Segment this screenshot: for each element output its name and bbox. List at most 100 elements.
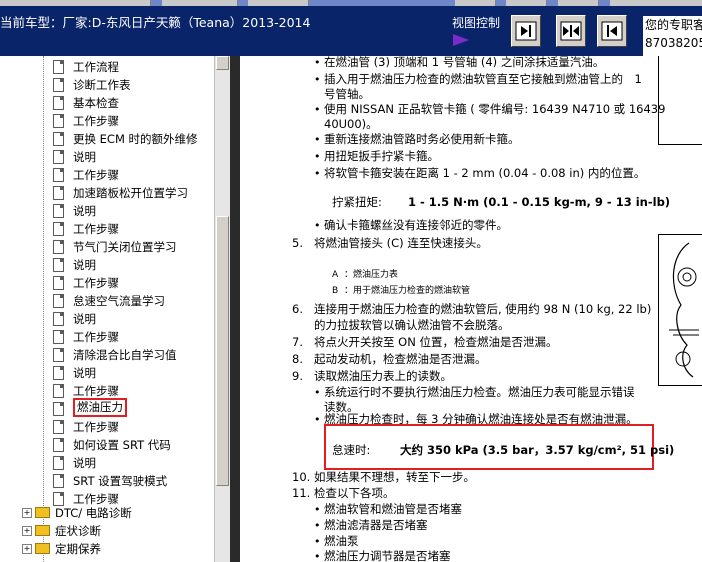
tree-item-label: 工作步骤 <box>73 330 119 344</box>
step-line: 的力拉拔软管以确认燃油管不会脱落。 <box>314 318 510 332</box>
tree-item-label: 说明 <box>73 456 96 470</box>
document-icon <box>53 384 64 398</box>
step-line: 用扭矩扳手拧紧卡箍。 <box>324 149 439 163</box>
sidebar-tree: 工作流程 诊断工作表 基本检查 工作步骤 更换 ECM 时的额外维修 说明 工作步骤 加速踏板… <box>0 56 214 562</box>
step-line: 燃油软管和燃油管是否堵塞 <box>324 502 462 516</box>
torque-label: 拧紧扭矩: <box>332 195 382 209</box>
step-line: 燃油压力调节器是否堵塞 <box>324 549 451 562</box>
expand-icon[interactable]: + <box>22 544 32 554</box>
tree-item-label: 工作步骤 <box>73 420 119 434</box>
bullet: • <box>314 413 321 426</box>
split-arrows-icon <box>560 21 582 41</box>
window-tab[interactable] <box>610 0 702 6</box>
tree-item-label: 节气门关闭位置学习 <box>73 240 177 254</box>
tree-item-label: 工作步骤 <box>73 168 119 182</box>
scroll-thumb[interactable] <box>216 216 229 486</box>
document-icon <box>53 132 64 146</box>
folder-icon <box>35 525 50 536</box>
expand-icon[interactable]: + <box>22 508 32 518</box>
document-icon <box>53 222 64 236</box>
tree-item-label: 说明 <box>73 150 96 164</box>
document-icon <box>53 312 64 326</box>
step-line: 起动发动机，检查燃油是否泄漏。 <box>314 352 487 366</box>
window-tab[interactable] <box>162 0 238 6</box>
step-line: 检查以下各项。 <box>314 486 395 500</box>
idle-pressure-value: 大约 350 kPa (3.5 bar，3.57 kg/cm², 51 psi) <box>400 443 675 457</box>
contact-info-phone: 87038205 <box>645 36 702 50</box>
current-vehicle-title: 当前车型：厂家:D-东风日产天籁（Teana）2013-2014 <box>0 15 311 30</box>
scroll-up-arrow-icon[interactable] <box>216 56 229 70</box>
step-number: 6. <box>292 302 303 316</box>
step-line: 确认卡箍螺丝没有连接邻近的零件。 <box>324 218 508 232</box>
document-icon <box>53 420 64 434</box>
document-icon <box>53 348 64 362</box>
step-number: 5. <box>292 236 303 250</box>
document-icon <box>53 240 64 254</box>
split-view-button[interactable] <box>556 15 586 47</box>
tree-folder-label: DTC/ 电路诊断 <box>55 506 132 520</box>
tree-folder-label: 症状诊断 <box>55 524 101 538</box>
tree-item-label: 基本检查 <box>73 96 119 110</box>
document-icon <box>53 276 64 290</box>
window-tab[interactable] <box>0 0 151 6</box>
window-tab[interactable] <box>558 0 599 6</box>
tree-item-label: SRT 设置驾驶模式 <box>73 474 168 488</box>
document-icon <box>53 78 64 92</box>
top-toolbar: 当前车型：厂家:D-东风日产天籁（Teana）2013-2014 视图控制 您的… <box>0 0 702 56</box>
document-icon <box>53 258 64 272</box>
document-icon <box>53 204 64 218</box>
tree-guide-line <box>43 56 44 562</box>
step-number: 10. <box>292 470 311 484</box>
window-tab[interactable] <box>455 0 496 6</box>
legend-text: ：燃油压力表 <box>344 270 399 280</box>
document-icon <box>53 294 64 308</box>
idle-pressure-highlight: 怠速时: 大约 350 kPa (3.5 bar，3.57 kg/cm², 51… <box>324 424 674 470</box>
bullet: • <box>314 73 321 86</box>
document-icon <box>53 114 64 128</box>
torque-value: 1 - 1.5 N·m (0.1 - 0.15 kg-m, 9 - 13 in-… <box>408 195 671 209</box>
bullet: • <box>314 535 321 548</box>
tree-item-label: 工作步骤 <box>73 276 119 290</box>
step-number: 8. <box>292 352 303 366</box>
window-tab[interactable] <box>248 0 309 6</box>
step-number: 11. <box>292 486 311 500</box>
tree-item-label: 说明 <box>73 366 96 380</box>
step-line: 重新连接燃油管路时务必使用新卡箍。 <box>324 132 520 146</box>
step-number: 7. <box>292 335 303 349</box>
legend-key: A <box>332 270 339 280</box>
tree-item-label: 说明 <box>73 312 96 326</box>
folder-icon <box>35 507 50 518</box>
window-tab[interactable] <box>506 0 547 6</box>
tree-item-label: 说明 <box>73 258 96 272</box>
step-line: 如果结果不理想，转至下一步。 <box>314 470 475 484</box>
bullet: • <box>314 503 321 516</box>
bullet: • <box>314 550 321 562</box>
step-line: 系统运行时不要执行燃油压力检查。燃油压力表可能显示错误 <box>324 385 635 399</box>
document-icon <box>53 186 64 200</box>
tree-item-label: 如何设置 SRT 代码 <box>73 438 171 452</box>
contact-info-panel: 您的专职客 87038205 <box>643 16 702 56</box>
pane-splitter[interactable] <box>230 56 240 562</box>
step-line: 插入用于燃油压力检查的燃油软管直至它接触到燃油管上的 1 <box>324 72 642 86</box>
play-icon[interactable] <box>452 33 470 47</box>
tree-item-label: 更换 ECM 时的额外维修 <box>73 132 198 146</box>
collapse-right-button[interactable] <box>597 15 627 47</box>
sidebar-scrollbar[interactable] <box>214 56 231 562</box>
tree-item-label: 加速踏板松开位置学习 <box>73 186 188 200</box>
contact-info-line: 您的专职客 <box>645 18 702 32</box>
step-line: 燃油泵 <box>324 534 359 548</box>
document-icon <box>53 96 64 110</box>
document-icon <box>53 330 64 344</box>
bullet: • <box>314 167 321 180</box>
document-icon <box>53 150 64 164</box>
step-line: 在燃油管 (3) 顶端和 1 号管轴 (4) 之间涂抹适量汽油。 <box>324 56 605 69</box>
collapse-left-button[interactable] <box>511 15 541 47</box>
bullet: • <box>314 150 321 163</box>
expand-icon[interactable]: + <box>22 526 32 536</box>
figure-frame <box>658 56 702 145</box>
step-number: 9. <box>292 369 303 383</box>
tree-item-label: 清除混合比自学习值 <box>73 348 177 362</box>
step-line: 读取燃油压力表上的读数。 <box>314 369 452 383</box>
document-content: • 在燃油管 (3) 顶端和 1 号管轴 (4) 之间涂抹适量汽油。 • 插入用… <box>240 56 702 562</box>
tree-item-label: 诊断工作表 <box>73 78 131 92</box>
